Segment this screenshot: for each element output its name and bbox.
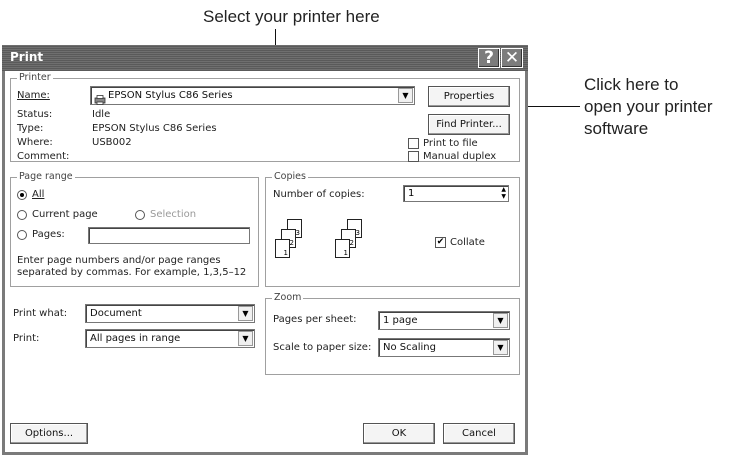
callout-properties-line3: software bbox=[584, 119, 649, 138]
scale-select[interactable]: No Scaling ▼ bbox=[378, 338, 510, 357]
page-range-group-label: Page range bbox=[17, 171, 75, 182]
print-to-file-checkbox[interactable] bbox=[408, 138, 419, 149]
print-what-label: Print what: bbox=[13, 308, 68, 319]
manual-duplex-checkbox[interactable] bbox=[408, 151, 419, 162]
manual-duplex-label: Manual duplex bbox=[423, 151, 497, 162]
chevron-down-icon[interactable]: ▼ bbox=[493, 340, 508, 355]
collate-illustration: 3 2 1 3 2 1 bbox=[273, 219, 383, 274]
printer-name-select[interactable]: EPSON Stylus C86 Series ▼ bbox=[90, 86, 415, 105]
type-value: EPSON Stylus C86 Series bbox=[92, 123, 217, 134]
copies-value: 1 bbox=[408, 188, 415, 199]
current-page-radio[interactable] bbox=[17, 210, 27, 220]
print-label: Print: bbox=[13, 333, 40, 344]
dialog-body: Printer Name: EPSON Stylus C86 Series ▼ … bbox=[5, 71, 525, 452]
spin-up-icon[interactable]: ▲ bbox=[501, 186, 506, 193]
print-to-file-label: Print to file bbox=[423, 138, 478, 149]
copies-group-label: Copies bbox=[272, 171, 308, 182]
properties-button[interactable]: Properties bbox=[428, 86, 510, 107]
callout-properties-line1: Click here to bbox=[584, 75, 679, 94]
printer-name-value: EPSON Stylus C86 Series bbox=[108, 90, 233, 101]
collate-label: Collate bbox=[450, 237, 485, 248]
find-printer-button[interactable]: Find Printer... bbox=[428, 114, 510, 135]
chevron-down-icon[interactable]: ▼ bbox=[493, 313, 508, 328]
copies-stepper[interactable]: 1 ▲ ▼ bbox=[403, 185, 509, 202]
comment-label: Comment: bbox=[17, 151, 70, 162]
help-button[interactable]: ? bbox=[478, 48, 500, 68]
printer-group-label: Printer bbox=[17, 72, 53, 83]
printer-name-label: Name: bbox=[17, 90, 50, 101]
pages-radio[interactable] bbox=[17, 230, 27, 240]
cancel-button[interactable]: Cancel bbox=[443, 423, 515, 444]
scale-value: No Scaling bbox=[383, 342, 436, 353]
ok-button[interactable]: OK bbox=[363, 423, 435, 444]
collate-page-1b: 1 bbox=[335, 239, 350, 258]
collate-checkbox[interactable]: ✔ bbox=[435, 237, 446, 248]
print-what-value: Document bbox=[90, 308, 142, 319]
callout-properties-line2: open your printer bbox=[584, 97, 713, 116]
status-label: Status: bbox=[17, 109, 53, 120]
title-bar: Print ? ✕ bbox=[2, 45, 528, 71]
current-page-label: Current page bbox=[32, 209, 98, 220]
chevron-down-icon[interactable]: ▼ bbox=[238, 306, 253, 321]
all-pages-radio[interactable] bbox=[17, 190, 27, 200]
spin-down-icon[interactable]: ▼ bbox=[501, 193, 506, 200]
selection-radio[interactable] bbox=[135, 210, 145, 220]
pages-per-sheet-label: Pages per sheet: bbox=[273, 314, 357, 325]
zoom-group: Zoom bbox=[265, 292, 520, 375]
number-of-copies-label: Number of copies: bbox=[273, 189, 365, 200]
page-range-hint-line2: separated by commas. For example, 1,3,5–… bbox=[17, 267, 247, 278]
print-what-select[interactable]: Document ▼ bbox=[85, 304, 255, 323]
pages-per-sheet-value: 1 page bbox=[383, 315, 418, 326]
type-label: Type: bbox=[17, 123, 44, 134]
all-pages-label: All bbox=[32, 189, 45, 200]
collate-page-1a: 1 bbox=[275, 239, 290, 258]
pages-per-sheet-select[interactable]: 1 page ▼ bbox=[378, 311, 510, 330]
close-button[interactable]: ✕ bbox=[501, 48, 523, 68]
pages-input[interactable] bbox=[88, 227, 250, 244]
callout-select-printer: Select your printer here bbox=[203, 7, 380, 26]
print-dialog: Print ? ✕ Printer Name: EPSON Stylus C86… bbox=[2, 45, 528, 455]
options-button[interactable]: Options... bbox=[10, 423, 88, 444]
print-range-value: All pages in range bbox=[90, 333, 181, 344]
dialog-title: Print bbox=[10, 50, 44, 64]
scale-label: Scale to paper size: bbox=[273, 342, 372, 353]
chevron-down-icon[interactable]: ▼ bbox=[398, 88, 413, 103]
status-value: Idle bbox=[92, 109, 111, 120]
where-label: Where: bbox=[17, 137, 53, 148]
where-value: USB002 bbox=[92, 137, 132, 148]
chevron-down-icon[interactable]: ▼ bbox=[238, 331, 253, 346]
printer-icon bbox=[94, 90, 106, 105]
pages-label: Pages: bbox=[32, 229, 65, 240]
zoom-group-label: Zoom bbox=[272, 292, 304, 303]
selection-label: Selection bbox=[150, 209, 197, 220]
page-range-hint-line1: Enter page numbers and/or page ranges bbox=[17, 255, 221, 266]
print-range-select[interactable]: All pages in range ▼ bbox=[85, 329, 255, 348]
